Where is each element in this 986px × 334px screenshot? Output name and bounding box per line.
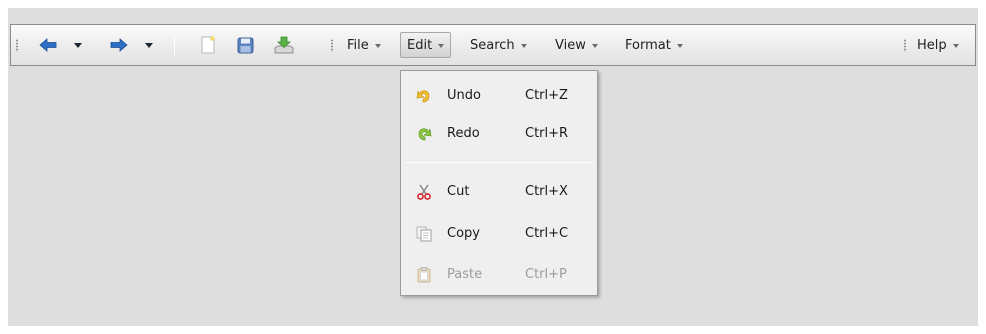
redo-icon: [418, 128, 432, 141]
edit-menu-button[interactable]: Edit: [400, 32, 452, 58]
forward-dropdown-button[interactable]: [142, 25, 156, 65]
forward-button[interactable]: [108, 25, 130, 65]
scissors-icon: [417, 184, 431, 200]
download-button[interactable]: [273, 25, 295, 65]
menu-item-label: Redo: [447, 126, 480, 141]
copy-icon: [416, 226, 432, 242]
menu-item-label: Cut: [447, 184, 470, 199]
chevron-down-icon: [520, 43, 527, 48]
new-document-icon: [201, 36, 215, 54]
format-menu-label: Format: [625, 37, 671, 53]
menu-separator: [405, 162, 593, 163]
forward-arrow-icon: [110, 38, 128, 52]
edit-menu-label: Edit: [407, 37, 433, 53]
menu-item-paste[interactable]: Paste Ctrl+P: [401, 260, 597, 290]
save-button[interactable]: [235, 25, 255, 65]
format-menu-button[interactable]: Format: [618, 32, 690, 58]
menu-item-undo[interactable]: Undo Ctrl+Z: [401, 81, 597, 111]
menu-item-label: Undo: [447, 88, 481, 103]
undo-icon: [416, 90, 430, 103]
search-menu-label: Search: [470, 37, 515, 53]
chevron-down-icon: [374, 43, 381, 48]
chevron-down-icon: [952, 43, 959, 48]
file-menu-label: File: [347, 37, 369, 53]
toolbar-grip[interactable]: [331, 39, 333, 52]
view-menu-label: View: [555, 37, 586, 53]
new-button[interactable]: [198, 25, 218, 65]
edit-dropdown-menu: Undo Ctrl+Z Redo Ctrl+R Cut Ctrl+X Copy …: [400, 70, 598, 296]
chevron-down-icon: [438, 43, 445, 48]
menu-item-shortcut: Ctrl+Z: [525, 88, 568, 103]
search-menu-button[interactable]: Search: [463, 32, 534, 58]
chevron-down-icon: [145, 42, 153, 48]
back-dropdown-button[interactable]: [71, 25, 85, 65]
save-disk-icon: [237, 37, 253, 53]
file-menu-button[interactable]: File: [340, 32, 388, 58]
toolbar-grip[interactable]: [904, 39, 906, 52]
menu-item-shortcut: Ctrl+R: [525, 126, 569, 141]
chevron-down-icon: [676, 43, 683, 48]
toolbar-grip[interactable]: [16, 39, 18, 52]
menu-item-label: Paste: [447, 267, 483, 282]
back-arrow-icon: [39, 38, 57, 52]
menu-item-copy[interactable]: Copy Ctrl+C: [401, 219, 597, 249]
menu-item-shortcut: Ctrl+P: [525, 267, 567, 282]
menu-item-redo[interactable]: Redo Ctrl+R: [401, 119, 597, 149]
view-menu-button[interactable]: View: [548, 32, 605, 58]
menu-item-shortcut: Ctrl+C: [525, 226, 569, 241]
paste-icon: [417, 267, 431, 283]
menu-item-label: Copy: [447, 226, 480, 241]
menu-item-cut[interactable]: Cut Ctrl+X: [401, 177, 597, 207]
download-icon: [274, 36, 294, 54]
main-toolbar: File Edit Search View Format Help: [10, 24, 976, 66]
help-menu-label: Help: [917, 37, 947, 53]
back-button[interactable]: [37, 25, 59, 65]
help-menu-button[interactable]: Help: [910, 32, 966, 58]
menu-item-shortcut: Ctrl+X: [525, 184, 568, 199]
toolbar-separator: [174, 36, 175, 55]
chevron-down-icon: [591, 43, 598, 48]
chevron-down-icon: [74, 42, 82, 48]
